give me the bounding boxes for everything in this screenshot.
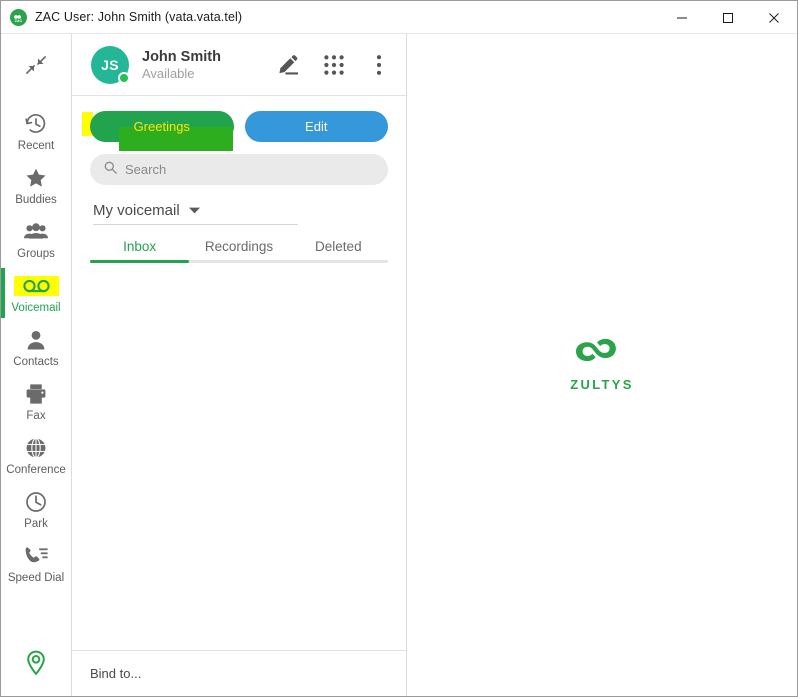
zac-application-window: ZAC ZAC User: John Smith (vata.vata.tel)	[0, 0, 798, 697]
tab-label: Inbox	[123, 239, 157, 254]
window-title: ZAC User: John Smith (vata.vata.tel)	[35, 10, 243, 24]
greetings-button[interactable]: Greetings	[90, 111, 234, 151]
right-content-panel: ZULTYS	[407, 34, 797, 696]
rail-footer	[1, 634, 71, 696]
tab-label: Deleted	[315, 239, 362, 254]
tabs-underline	[90, 260, 388, 263]
left-navigation-rail: Recent Buddies Groups Voicemail Contacts…	[1, 34, 72, 696]
chevron-down-icon	[188, 201, 200, 219]
user-name: John Smith	[142, 48, 221, 65]
sidebar-item-recent[interactable]: Recent	[1, 104, 71, 158]
maximize-icon[interactable]	[705, 1, 751, 34]
history-clock-icon	[24, 111, 48, 137]
avatar[interactable]: JS	[91, 45, 130, 84]
yellow-highlight-mark	[13, 275, 59, 296]
main-body: Recent Buddies Groups Voicemail Contacts…	[1, 34, 797, 696]
greetings-button-label: Greetings	[133, 119, 190, 134]
zac-logo-icon: ZAC	[10, 8, 27, 26]
sidebar-item-groups[interactable]: Groups	[1, 212, 71, 266]
user-meta: John Smith Available	[142, 49, 221, 81]
sidebar-item-label: Speed Dial	[7, 571, 65, 584]
sidebar-item-buddies[interactable]: Buddies	[1, 158, 71, 212]
rail-item-list: Recent Buddies Groups Voicemail Contacts…	[1, 96, 71, 634]
sidebar-item-label: Park	[24, 517, 48, 530]
sidebar-item-label: Fax	[26, 409, 46, 422]
edit-button[interactable]: Edit	[244, 111, 388, 142]
search-box[interactable]	[90, 154, 388, 185]
dialpad-grid-icon[interactable]	[321, 52, 347, 78]
voicemail-content: Greetings Edit Search My voicemail Inbox…	[72, 96, 406, 650]
edit-pencil-icon[interactable]	[276, 52, 302, 78]
voicemail-icon	[22, 279, 50, 292]
svg-text:ZAC: ZAC	[15, 19, 23, 23]
sidebar-item-label: Voicemail	[11, 301, 61, 314]
sidebar-item-label: Buddies	[15, 193, 57, 206]
folder-row: My voicemail	[72, 185, 406, 225]
voicemail-folder-select[interactable]: My voicemail	[93, 201, 298, 225]
sidebar-item-conference[interactable]: Conference	[1, 428, 71, 482]
more-vertical-icon[interactable]	[366, 52, 392, 78]
title-bar: ZAC ZAC User: John Smith (vata.vata.tel)	[1, 1, 797, 34]
sidebar-item-label: Conference	[6, 463, 66, 476]
user-status: Available	[142, 65, 195, 81]
people-group-icon	[23, 219, 49, 245]
phone-list-icon	[23, 543, 49, 569]
sidebar-item-label: Contacts	[13, 355, 59, 368]
zultys-infinity-logo	[571, 338, 633, 373]
greetings-edit-button-row: Greetings Edit	[72, 96, 406, 151]
rail-header	[1, 34, 71, 96]
location-pin-icon[interactable]	[23, 649, 49, 682]
presence-dot	[118, 71, 130, 84]
tab-label: Recordings	[204, 239, 274, 254]
window-controls	[659, 1, 797, 34]
globe-icon	[24, 435, 48, 461]
voicemail-folder-label: My voicemail	[93, 201, 180, 219]
sidebar-item-park[interactable]: Park	[1, 482, 71, 536]
search-input[interactable]	[125, 162, 374, 177]
sidebar-item-contacts[interactable]: Contacts	[1, 320, 71, 374]
clock-park-icon	[24, 489, 48, 515]
minimize-icon[interactable]	[659, 1, 705, 34]
sidebar-item-speed-dial[interactable]: Speed Dial	[1, 536, 71, 590]
close-icon[interactable]	[751, 1, 797, 34]
header-actions	[276, 52, 392, 78]
zultys-wordmark: ZULTYS	[570, 377, 634, 392]
sidebar-item-voicemail[interactable]: Voicemail	[1, 266, 71, 320]
edit-button-label: Edit	[305, 119, 328, 134]
user-header: JS John Smith Available	[72, 34, 406, 96]
person-icon	[24, 327, 48, 353]
voicemail-tabs: Inbox Recordings Deleted	[90, 239, 388, 263]
star-icon	[24, 165, 48, 191]
voicemail-panel: JS John Smith Available Greetings Edit S…	[72, 34, 407, 696]
sidebar-item-label: Groups	[17, 247, 55, 260]
printer-fax-icon	[24, 381, 48, 407]
bind-to-button[interactable]: Bind to...	[90, 666, 141, 681]
tab-active-indicator	[90, 260, 190, 263]
sidebar-item-label: Recent	[17, 139, 55, 152]
collapse-arrows-icon[interactable]	[19, 48, 53, 82]
voicemail-icon-highlight	[13, 273, 59, 299]
zultys-branding: ZULTYS	[570, 338, 633, 392]
voicemail-message-list[interactable]	[72, 263, 406, 650]
search-icon	[104, 161, 117, 179]
voicemail-footer: Bind to...	[72, 650, 406, 696]
sidebar-item-fax[interactable]: Fax	[1, 374, 71, 428]
